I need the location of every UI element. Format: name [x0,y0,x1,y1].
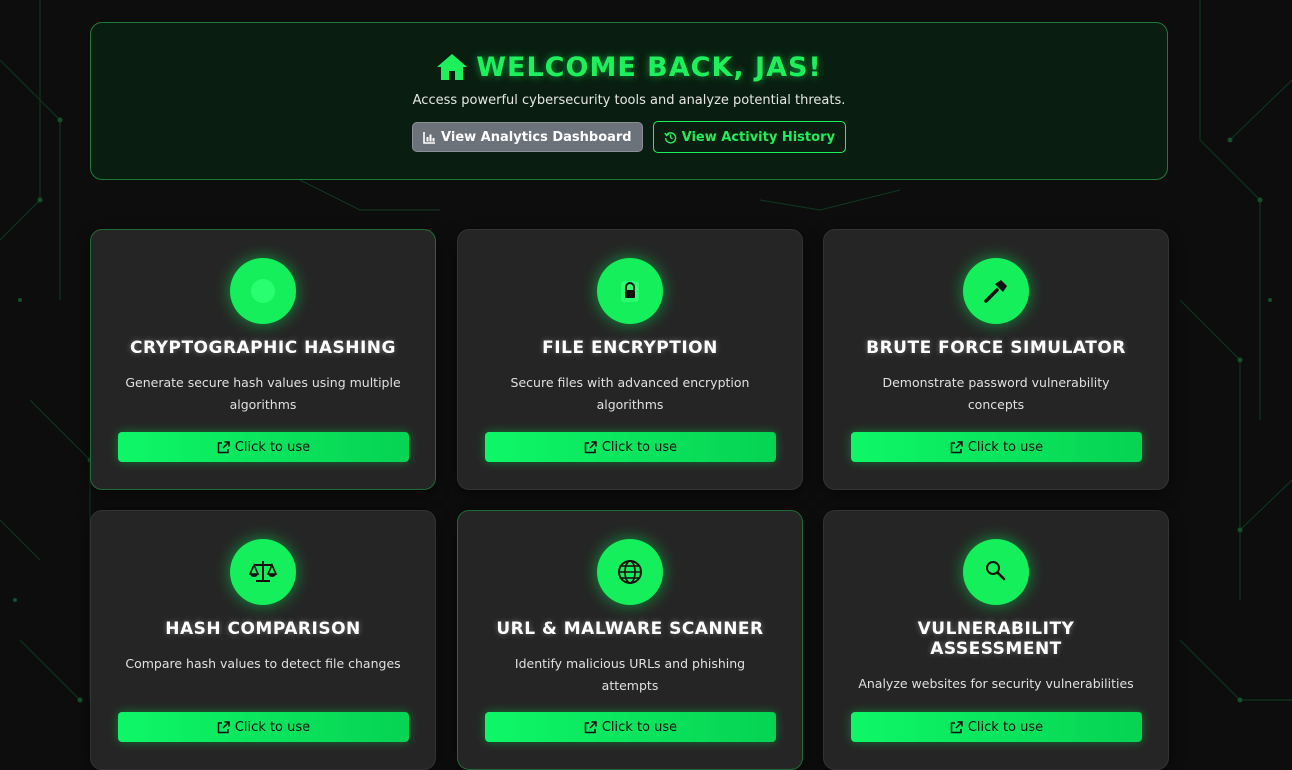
tool-title: CRYPTOGRAPHIC HASHING [130,338,396,358]
tool-description: Compare hash values to detect file chang… [125,656,401,671]
welcome-banner: WELCOME BACK, JAS! Access powerful cyber… [90,22,1168,180]
hammer-icon [963,258,1029,324]
tool-description: Secure files with advanced encryption al… [510,375,750,412]
use-tool-label: Click to use [967,439,1044,455]
use-tool-button[interactable]: Click to use [118,432,409,462]
hash-icon [230,258,296,324]
use-tool-button[interactable]: Click to use [485,712,776,742]
welcome-title-text: WELCOME BACK, JAS! [476,51,822,83]
tool-title: BRUTE FORCE SIMULATOR [866,338,1126,358]
tool-card-url-scanner[interactable]: URL & MALWARE SCANNER Identify malicious… [457,510,803,770]
external-link-icon [950,440,963,453]
home-icon [437,54,468,80]
use-tool-label: Click to use [234,719,311,735]
tool-card-hash-comparison[interactable]: HASH COMPARISON Compare hash values to d… [90,510,436,770]
view-history-label: View Activity History [681,129,835,145]
scale-icon [230,539,296,605]
history-icon [663,131,676,144]
tool-card-hashing[interactable]: CRYPTOGRAPHIC HASHING Generate secure ha… [90,229,436,490]
view-analytics-button[interactable]: View Analytics Dashboard [412,122,643,152]
tool-description: Generate secure hash values using multip… [125,375,401,412]
lock-icon [597,258,663,324]
external-link-icon [217,440,230,453]
tool-description: Analyze websites for security vulnerabil… [858,676,1134,691]
tool-description: Demonstrate password vulnerability conce… [882,375,1110,412]
view-history-button[interactable]: View Activity History [652,121,846,153]
use-tool-label: Click to use [601,719,678,735]
tool-title: HASH COMPARISON [165,619,361,639]
search-icon [963,539,1029,605]
tool-title: FILE ENCRYPTION [542,338,718,358]
welcome-title: WELCOME BACK, JAS! [91,49,1167,85]
tool-title: URL & MALWARE SCANNER [496,619,764,639]
chart-icon [423,131,436,144]
external-link-icon [584,720,597,733]
use-tool-button[interactable]: Click to use [851,432,1142,462]
use-tool-label: Click to use [601,439,678,455]
use-tool-button[interactable]: Click to use [118,712,409,742]
welcome-subtitle: Access powerful cybersecurity tools and … [412,93,846,108]
external-link-icon [584,440,597,453]
globe-icon [597,539,663,605]
tool-description: Identify malicious URLs and phishing att… [514,656,746,693]
use-tool-label: Click to use [967,719,1044,735]
tool-card-brute-force[interactable]: BRUTE FORCE SIMULATOR Demonstrate passwo… [823,229,1169,490]
external-link-icon [217,720,230,733]
use-tool-label: Click to use [234,439,311,455]
tool-title: VULNERABILITY ASSESSMENT [917,619,1075,659]
use-tool-button[interactable]: Click to use [485,432,776,462]
welcome-actions: View Analytics Dashboard View Activity H… [91,121,1167,153]
use-tool-button[interactable]: Click to use [851,712,1142,742]
tool-card-vulnerability[interactable]: VULNERABILITY ASSESSMENT Analyze website… [823,510,1169,770]
view-analytics-label: View Analytics Dashboard [441,129,632,145]
tool-card-encryption[interactable]: FILE ENCRYPTION Secure files with advanc… [457,229,803,490]
external-link-icon [950,720,963,733]
